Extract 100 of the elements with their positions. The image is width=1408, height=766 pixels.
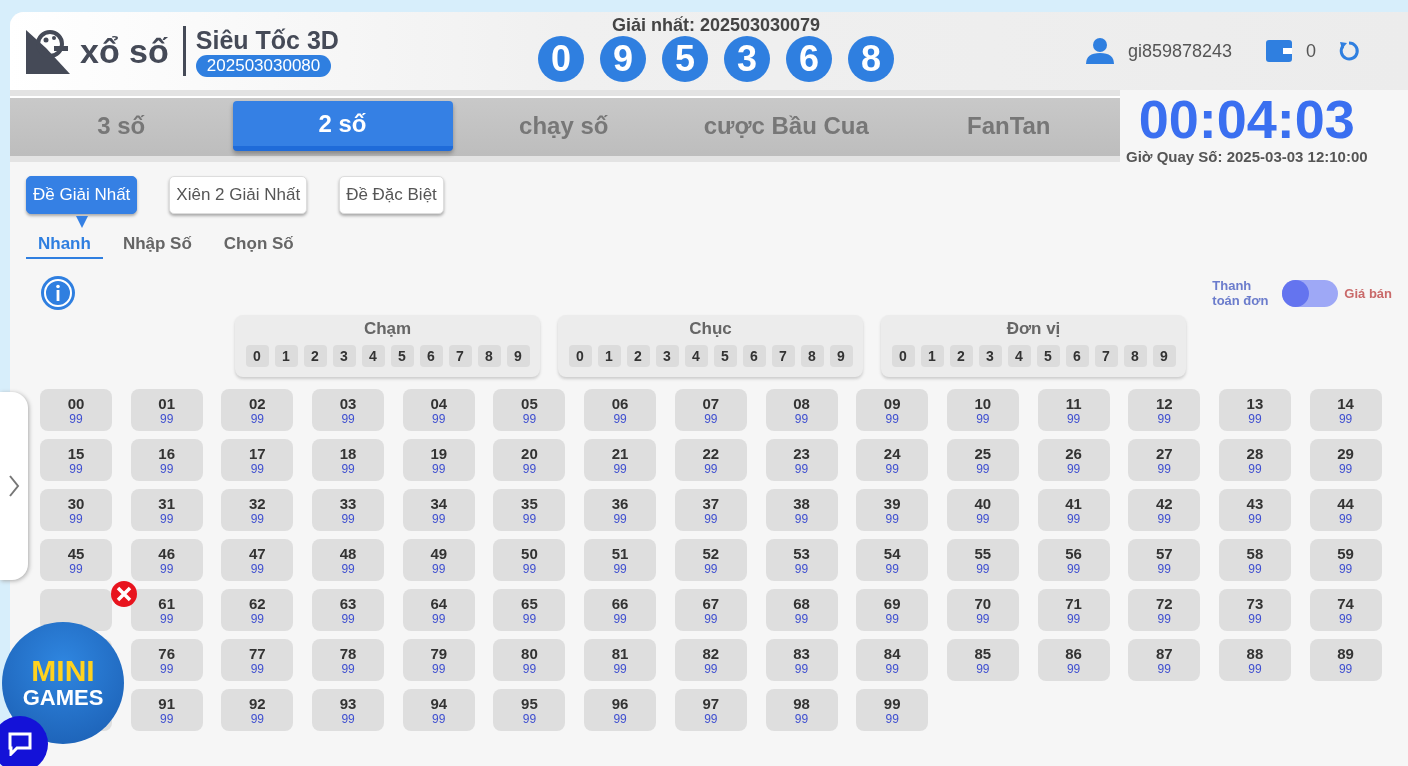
number-cell[interactable]: 25 99 bbox=[946, 439, 1019, 481]
number-cell[interactable]: 30 99 bbox=[40, 489, 112, 531]
number-cell[interactable]: 44 99 bbox=[1309, 489, 1382, 531]
number-cell[interactable]: 40 99 bbox=[946, 489, 1019, 531]
digit-button[interactable]: 8 bbox=[800, 345, 824, 367]
digit-button[interactable]: 5 bbox=[390, 345, 414, 367]
number-cell[interactable]: 27 99 bbox=[1128, 439, 1201, 481]
digit-button[interactable]: 4 bbox=[1007, 345, 1031, 367]
number-cell[interactable]: 37 99 bbox=[674, 489, 747, 531]
digit-button[interactable]: 3 bbox=[978, 345, 1002, 367]
number-cell[interactable]: 33 99 bbox=[312, 489, 385, 531]
info-icon[interactable] bbox=[40, 275, 76, 311]
number-cell[interactable]: 96 99 bbox=[584, 689, 657, 731]
number-cell[interactable]: 48 99 bbox=[312, 539, 385, 581]
digit-button[interactable]: 4 bbox=[684, 345, 708, 367]
digit-button[interactable]: 7 bbox=[1094, 345, 1118, 367]
number-cell[interactable]: 84 99 bbox=[856, 639, 929, 681]
number-cell[interactable]: 87 99 bbox=[1128, 639, 1201, 681]
number-cell[interactable]: 67 99 bbox=[674, 589, 747, 631]
number-cell[interactable]: 63 99 bbox=[312, 589, 385, 631]
number-cell[interactable]: 56 99 bbox=[1037, 539, 1110, 581]
number-cell[interactable]: 72 99 bbox=[1128, 589, 1201, 631]
mode-tab[interactable]: Nhanh bbox=[26, 232, 103, 259]
number-cell[interactable]: 73 99 bbox=[1218, 589, 1291, 631]
refresh-icon[interactable] bbox=[1338, 40, 1360, 62]
digit-button[interactable]: 9 bbox=[1152, 345, 1176, 367]
number-cell[interactable]: 38 99 bbox=[765, 489, 838, 531]
number-cell[interactable]: 03 99 bbox=[312, 389, 385, 431]
number-cell[interactable]: 45 99 bbox=[40, 539, 112, 581]
number-cell[interactable]: 31 99 bbox=[130, 489, 203, 531]
number-cell[interactable]: 28 99 bbox=[1218, 439, 1291, 481]
number-cell[interactable]: 77 99 bbox=[221, 639, 294, 681]
digit-button[interactable]: 0 bbox=[568, 345, 592, 367]
price-toggle[interactable] bbox=[1282, 279, 1339, 307]
number-cell[interactable]: 41 99 bbox=[1037, 489, 1110, 531]
number-cell[interactable]: 98 99 bbox=[765, 689, 838, 731]
number-cell[interactable]: 09 99 bbox=[856, 389, 929, 431]
number-cell[interactable]: 22 99 bbox=[674, 439, 747, 481]
digit-button[interactable]: 9 bbox=[829, 345, 853, 367]
number-cell[interactable]: 06 99 bbox=[584, 389, 657, 431]
digit-button[interactable]: 0 bbox=[891, 345, 915, 367]
digit-button[interactable]: 8 bbox=[477, 345, 501, 367]
number-cell[interactable]: 65 99 bbox=[493, 589, 566, 631]
number-cell[interactable]: 93 99 bbox=[312, 689, 385, 731]
number-cell[interactable]: 20 99 bbox=[493, 439, 566, 481]
number-cell[interactable]: 79 99 bbox=[402, 639, 475, 681]
number-cell[interactable]: 04 99 bbox=[402, 389, 475, 431]
number-cell[interactable]: 05 99 bbox=[493, 389, 566, 431]
number-cell[interactable]: 70 99 bbox=[946, 589, 1019, 631]
number-cell[interactable]: 86 99 bbox=[1037, 639, 1110, 681]
bet-type-button[interactable]: Đề Giải Nhất bbox=[26, 176, 138, 214]
digit-button[interactable]: 5 bbox=[713, 345, 737, 367]
number-cell[interactable]: 43 99 bbox=[1218, 489, 1291, 531]
number-cell[interactable]: 19 99 bbox=[402, 439, 475, 481]
number-cell[interactable]: 42 99 bbox=[1128, 489, 1201, 531]
number-cell[interactable]: 10 99 bbox=[946, 389, 1019, 431]
number-cell[interactable]: 69 99 bbox=[856, 589, 929, 631]
number-cell[interactable]: 55 99 bbox=[946, 539, 1019, 581]
number-cell[interactable]: 85 99 bbox=[946, 639, 1019, 681]
number-cell[interactable]: 51 99 bbox=[584, 539, 657, 581]
number-cell[interactable]: 61 99 bbox=[130, 589, 203, 631]
number-cell[interactable]: 89 99 bbox=[1309, 639, 1382, 681]
number-cell[interactable]: 13 99 bbox=[1218, 389, 1291, 431]
number-cell[interactable]: 68 99 bbox=[765, 589, 838, 631]
digit-button[interactable]: 2 bbox=[626, 345, 650, 367]
number-cell[interactable]: 32 99 bbox=[221, 489, 294, 531]
mode-tab[interactable]: Nhập Số bbox=[110, 232, 204, 259]
number-cell[interactable]: 97 99 bbox=[674, 689, 747, 731]
number-cell[interactable]: 46 99 bbox=[130, 539, 203, 581]
number-cell[interactable]: 57 99 bbox=[1128, 539, 1201, 581]
number-cell[interactable]: 26 99 bbox=[1037, 439, 1110, 481]
bet-type-button[interactable]: Đề Đặc Biệt bbox=[339, 176, 444, 214]
number-cell[interactable]: 36 99 bbox=[584, 489, 657, 531]
game-tab[interactable]: 2 số bbox=[232, 101, 453, 151]
number-cell[interactable]: 39 99 bbox=[856, 489, 929, 531]
chat-button[interactable] bbox=[0, 716, 48, 766]
number-cell[interactable]: 76 99 bbox=[130, 639, 203, 681]
number-cell[interactable]: 59 99 bbox=[1309, 539, 1382, 581]
digit-button[interactable]: 3 bbox=[332, 345, 356, 367]
digit-button[interactable]: 8 bbox=[1123, 345, 1147, 367]
number-cell[interactable]: 52 99 bbox=[674, 539, 747, 581]
number-cell[interactable]: 15 99 bbox=[40, 439, 112, 481]
number-cell[interactable]: 62 99 bbox=[221, 589, 294, 631]
number-cell[interactable]: 14 99 bbox=[1309, 389, 1382, 431]
digit-button[interactable]: 7 bbox=[771, 345, 795, 367]
digit-button[interactable]: 6 bbox=[742, 345, 766, 367]
number-cell[interactable]: 47 99 bbox=[221, 539, 294, 581]
number-cell[interactable]: 16 99 bbox=[130, 439, 203, 481]
number-cell[interactable]: 11 99 bbox=[1037, 389, 1110, 431]
number-cell[interactable]: 99 99 bbox=[856, 689, 929, 731]
number-cell[interactable]: 29 99 bbox=[1309, 439, 1382, 481]
number-cell[interactable]: 17 99 bbox=[221, 439, 294, 481]
number-cell[interactable]: 83 99 bbox=[765, 639, 838, 681]
number-cell[interactable]: 12 99 bbox=[1128, 389, 1201, 431]
number-cell[interactable]: 23 99 bbox=[765, 439, 838, 481]
number-cell[interactable]: 95 99 bbox=[493, 689, 566, 731]
number-cell[interactable]: 53 99 bbox=[765, 539, 838, 581]
digit-button[interactable]: 9 bbox=[506, 345, 530, 367]
number-cell[interactable]: 58 99 bbox=[1218, 539, 1291, 581]
number-cell[interactable]: 80 99 bbox=[493, 639, 566, 681]
